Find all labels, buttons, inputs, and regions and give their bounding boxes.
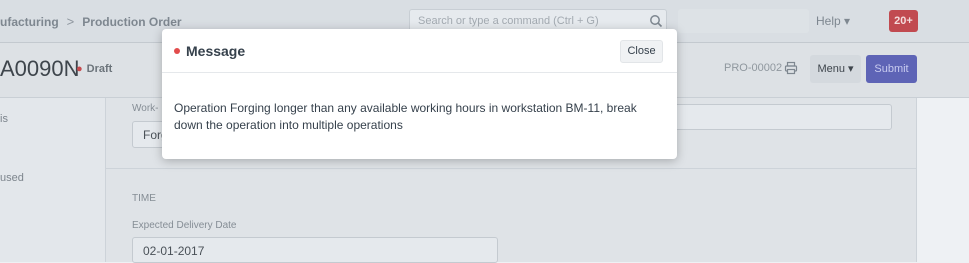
message-dialog: Message Close Operation Forging longer t…	[162, 29, 677, 159]
sidebar-item-0[interactable]: is	[0, 113, 8, 125]
secondary-field-input[interactable]	[672, 104, 892, 130]
dialog-message: Operation Forging longer than any availa…	[174, 101, 637, 132]
dialog-header: Message Close	[162, 29, 677, 73]
status-badge: ● Draft	[76, 63, 112, 75]
work-field-label: Work-	[132, 103, 159, 114]
help-dropdown[interactable]: Help ▾	[816, 14, 850, 28]
breadcrumb-item-module[interactable]: ufacturing	[0, 15, 59, 29]
status-label: Draft	[86, 63, 113, 75]
close-button[interactable]: Close	[620, 40, 663, 63]
section-divider	[106, 168, 917, 169]
dialog-title: Message	[186, 43, 246, 59]
submit-button[interactable]: Submit	[866, 55, 917, 83]
sidebar: is used	[0, 98, 105, 262]
status-dot-icon: ●	[76, 63, 83, 75]
section-title-time: TIME	[132, 193, 156, 204]
breadcrumb-separator: >	[66, 14, 75, 29]
breadcrumb-item-doctype[interactable]: Production Order	[82, 15, 181, 29]
page-title: A0090N	[0, 56, 80, 81]
notification-badge[interactable]: 20+	[889, 10, 918, 32]
breadcrumb: ufacturing > Production Order	[0, 0, 182, 43]
print-icon[interactable]	[784, 61, 798, 75]
expected-delivery-input[interactable]: 02-01-2017	[132, 237, 498, 263]
document-id: PRO-00002	[724, 62, 783, 74]
search-icon[interactable]	[649, 14, 663, 28]
expected-delivery-label: Expected Delivery Date	[132, 220, 237, 231]
menu-button[interactable]: Menu ▾	[810, 55, 861, 83]
navbar-user-area[interactable]	[678, 9, 809, 33]
sidebar-item-1[interactable]: used	[0, 172, 24, 184]
alert-dot-icon	[174, 48, 180, 54]
